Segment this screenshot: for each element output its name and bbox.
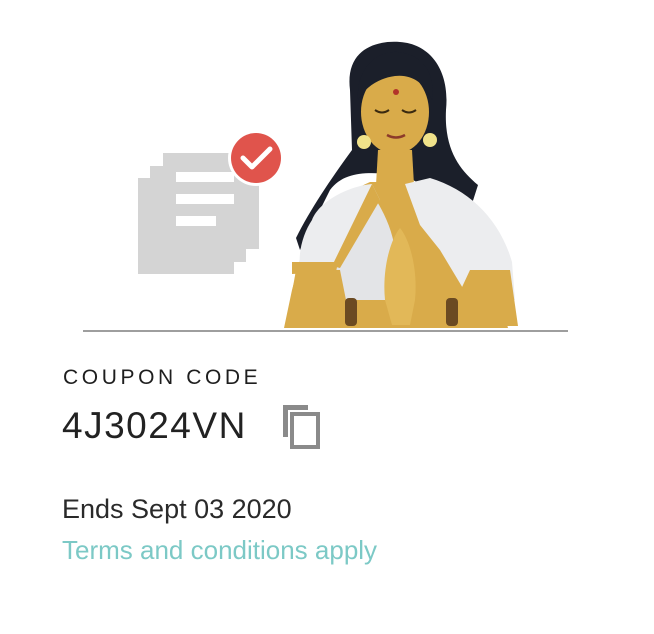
coupon-illustration [0, 0, 654, 340]
coupon-code-value[interactable]: 4J3024VN [62, 405, 247, 447]
coupon-code-label: COUPON CODE [63, 366, 262, 389]
coupon-code-row: 4J3024VN [62, 400, 322, 452]
terms-link[interactable]: Terms and conditions apply [62, 535, 377, 566]
copy-icon[interactable] [280, 403, 322, 449]
check-badge-icon [228, 130, 284, 186]
expiry-text: Ends Sept 03 2020 [62, 494, 292, 524]
woman-namaste-illustration [284, 41, 518, 328]
